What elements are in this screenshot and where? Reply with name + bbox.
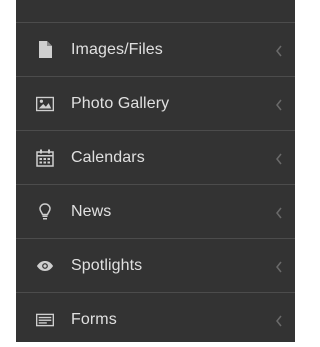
calendar-icon (36, 149, 54, 167)
image-icon (36, 95, 54, 113)
sidebar-item-forms[interactable]: Forms (16, 293, 295, 347)
sidebar-item-spotlights[interactable]: Spotlights (16, 239, 295, 293)
lightbulb-icon (36, 202, 54, 221)
sidebar-menu: Images/Files Photo Gallery Calendars New… (16, 0, 295, 342)
sidebar-item-label: Spotlights (71, 256, 143, 274)
sidebar-item-news[interactable]: News (16, 185, 295, 239)
sidebar-item-images-files[interactable]: Images/Files (16, 23, 295, 77)
chevron-left-icon (275, 44, 283, 56)
eye-icon (36, 257, 54, 275)
chevron-left-icon (275, 206, 283, 218)
chevron-left-icon (275, 260, 283, 272)
sidebar-item-label: Photo Gallery (71, 94, 170, 112)
sidebar-item-label: Images/Files (71, 40, 163, 58)
sidebar-item-calendars[interactable]: Calendars (16, 131, 295, 185)
sidebar-item-label: News (71, 202, 112, 220)
chevron-left-icon (275, 98, 283, 110)
chevron-left-icon (275, 314, 283, 327)
sidebar-item-photo-gallery[interactable]: Photo Gallery (16, 77, 295, 131)
file-icon (36, 41, 54, 59)
chevron-left-icon (275, 152, 283, 164)
sidebar-top-strip (16, 0, 295, 23)
sidebar-item-label: Forms (71, 311, 117, 328)
form-icon (36, 311, 54, 329)
sidebar-item-label: Calendars (71, 148, 145, 166)
